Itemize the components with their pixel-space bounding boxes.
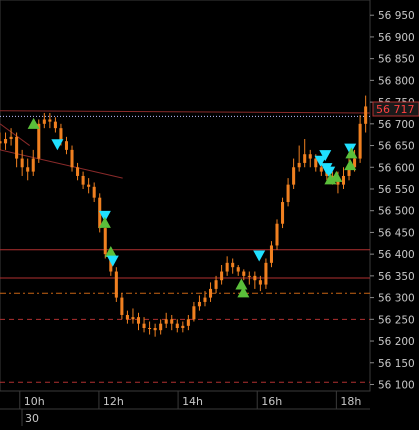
candle-body [319,167,323,172]
candle-body [4,139,8,144]
candle-body [275,223,279,246]
candle-body [92,186,96,198]
candle-body [42,119,46,124]
x-tick-label: 10h [24,395,45,408]
candle-body [181,325,185,329]
candle-body [308,154,312,159]
candle-body [358,123,362,159]
candle-body [131,317,135,320]
candle-body [53,121,57,129]
candle-body [103,228,107,255]
candle-body [159,323,163,331]
y-tick-label: 56 900 [378,32,415,44]
candle-body [209,288,213,298]
x-tick-label: 14h [182,395,203,408]
candle-body [247,275,251,277]
chart-svg[interactable]: 56 95056 90056 85056 80056 75056 70056 6… [0,0,419,426]
candle-body [214,280,218,289]
candle-body [87,184,91,187]
candle-body [136,317,141,324]
candle-body [120,297,124,315]
candle-body [64,141,69,150]
candle-body [76,167,80,176]
x-tick-label: 12h [103,395,124,408]
candle-body [281,202,285,224]
candle-body [220,271,224,281]
candle-body [9,136,13,140]
candle-body [31,158,35,172]
candle-body [0,141,2,144]
current-price-text: 56 717 [376,103,415,116]
candle-body [153,328,157,331]
y-tick-label: 56 550 [378,184,415,196]
x-axis-date-label: 30 [25,412,39,425]
candle-body [148,328,152,330]
y-tick-label: 56 100 [378,379,415,391]
x-tick-label: 18h [340,395,361,408]
chart-background [0,0,419,426]
candle-body [203,297,207,302]
candle-body [186,319,190,326]
y-tick-label: 56 950 [378,10,415,22]
y-tick-label: 56 800 [378,75,415,87]
candle-body [297,162,301,168]
y-tick-label: 56 650 [378,141,415,153]
y-tick-label: 56 500 [378,206,415,218]
y-tick-label: 56 300 [378,293,415,305]
candle-body [292,167,296,185]
x-tick-label: 16h [261,395,282,408]
candle-body [15,136,19,159]
candle-body [286,184,290,203]
candle-body [341,175,346,185]
candle-body [20,158,24,168]
candle-body [303,154,307,163]
y-tick-label: 56 450 [378,227,415,239]
y-tick-label: 56 850 [378,54,415,66]
y-tick-label: 56 600 [378,162,415,174]
candle-body [197,301,201,307]
candle-body [253,275,257,281]
candle-body [242,271,246,276]
candle-body [258,280,262,285]
candle-body [142,323,146,329]
candle-body [269,245,273,263]
candle-body [236,267,240,272]
candle-body [264,262,268,285]
candle-body [125,314,129,320]
candle-body [37,123,41,159]
candle-body [231,262,235,268]
y-tick-label: 56 700 [378,119,415,131]
candle-body [170,319,174,324]
candle-body [26,167,30,172]
candle-body [364,106,368,124]
candle-body [164,319,168,324]
y-tick-label: 56 200 [378,336,415,348]
candle-body [192,306,196,320]
candlestick-chart[interactable]: 56 95056 90056 85056 80056 75056 70056 6… [0,0,419,426]
y-tick-label: 56 150 [378,358,415,370]
candle-body [81,175,85,185]
current-price-label: 56 717 [372,101,419,117]
candle-body [114,271,118,298]
candle-body [70,149,74,168]
candle-body [225,262,229,272]
y-tick-label: 56 250 [378,314,415,326]
candle-body [175,323,179,329]
candle-body [48,119,52,122]
y-tick-label: 56 400 [378,249,415,261]
y-tick-label: 56 350 [378,271,415,283]
